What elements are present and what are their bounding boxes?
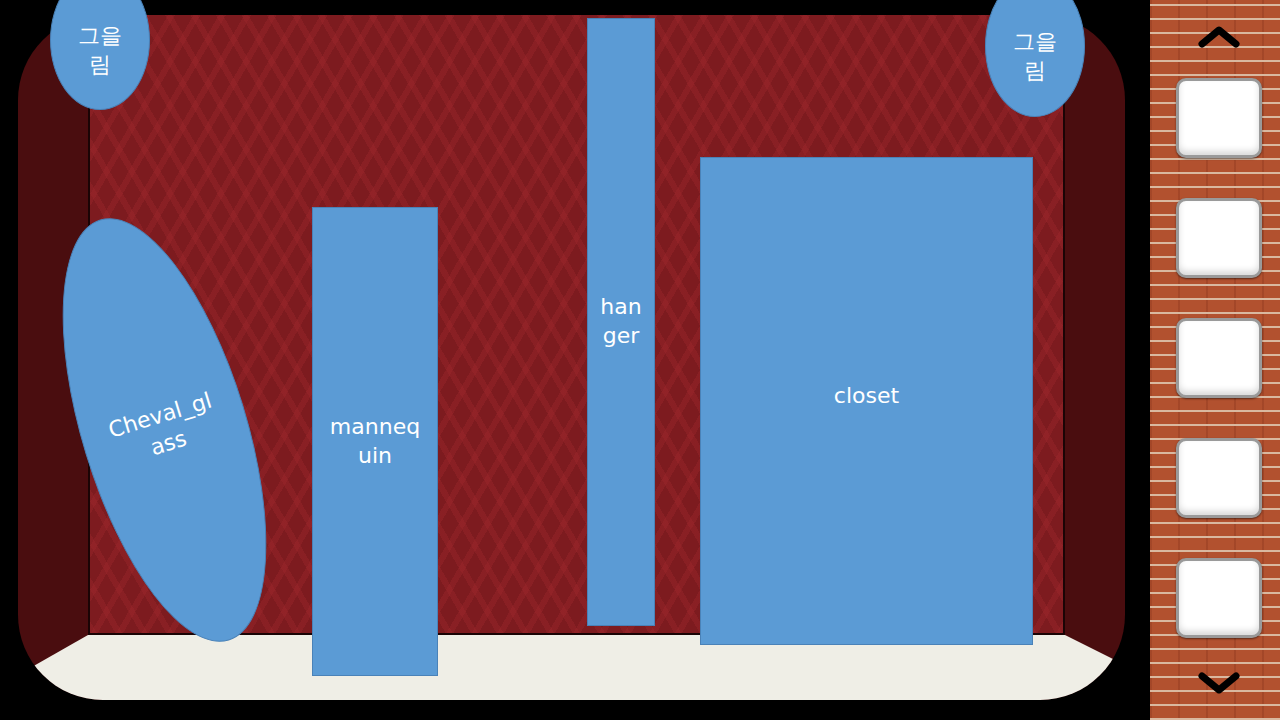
- inventory-slot[interactable]: [1176, 318, 1262, 398]
- scroll-up-icon[interactable]: [1194, 20, 1244, 50]
- object-label: 그을림: [1011, 28, 1059, 85]
- game-screen: 그을림 그을림 Cheval_glass mannequin hanger closet: [0, 0, 1280, 720]
- hanger[interactable]: hanger: [587, 18, 655, 626]
- object-label: mannequin: [323, 413, 427, 470]
- object-label: closet: [834, 382, 899, 411]
- closet[interactable]: closet: [700, 157, 1033, 645]
- object-label: Cheval_glass: [103, 386, 227, 473]
- inventory-slot[interactable]: [1176, 78, 1262, 158]
- inventory-panel: [1150, 0, 1280, 720]
- object-label: hanger: [596, 293, 646, 350]
- scroll-down-icon[interactable]: [1194, 668, 1244, 698]
- inventory-slot[interactable]: [1176, 438, 1262, 518]
- object-label: 그을림: [76, 22, 124, 79]
- mannequin[interactable]: mannequin: [312, 207, 438, 676]
- scene: 그을림 그을림 Cheval_glass mannequin hanger closet: [0, 0, 1150, 720]
- inventory-slot[interactable]: [1176, 558, 1262, 638]
- inventory-slot[interactable]: [1176, 198, 1262, 278]
